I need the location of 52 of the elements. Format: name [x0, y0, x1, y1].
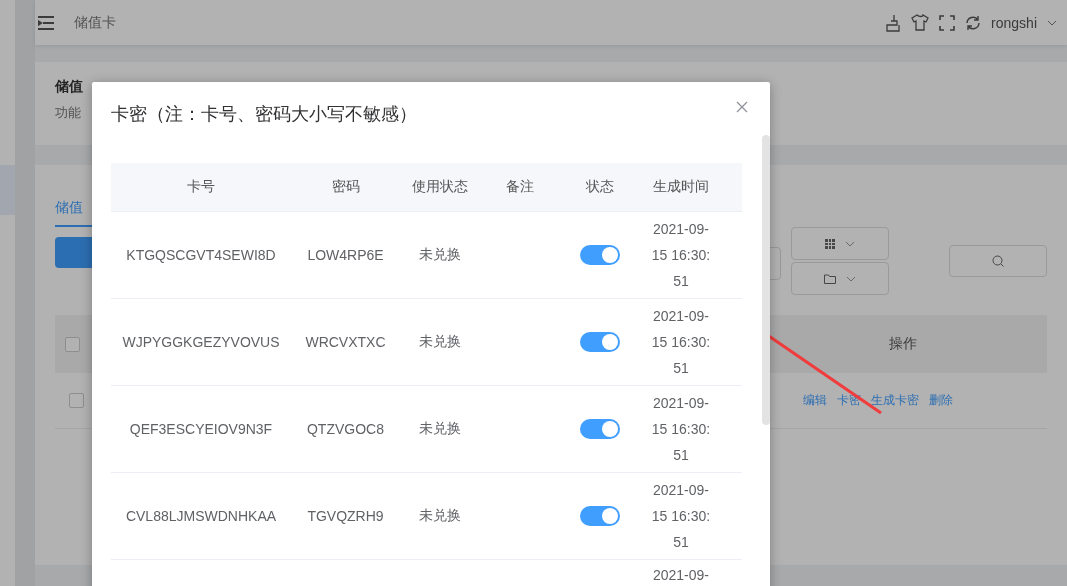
table-cell: 未兑换	[419, 420, 461, 438]
card-description: 功能	[55, 104, 81, 122]
folder-icon	[824, 273, 836, 284]
brush-icon[interactable]	[885, 13, 902, 32]
column-header: 卡号	[186, 177, 216, 196]
table-cell: 未兑换	[419, 246, 461, 264]
menu-icon[interactable]	[38, 15, 54, 30]
column-header: 密码	[330, 177, 361, 196]
user-name[interactable]: rongshi	[991, 14, 1037, 31]
table-cell: CVL88LJMSWDNHKAA	[125, 508, 277, 524]
chevron-down-icon	[845, 240, 855, 247]
table-cell: KTGQSCGVT4SEWI8D	[126, 247, 276, 263]
shirt-icon[interactable]	[911, 14, 930, 31]
table-cell: WRCVXTXC	[305, 334, 386, 350]
table-cell: 未兑换	[419, 507, 461, 525]
checkbox[interactable]	[65, 336, 80, 352]
toggle-switch[interactable]	[580, 245, 620, 265]
chevron-down-icon[interactable]	[1047, 19, 1057, 26]
table-cell: QEF3ESCYEIOV9N3F	[129, 421, 273, 437]
action-link[interactable]: 生成卡密	[871, 392, 919, 409]
toggle-switch[interactable]	[580, 419, 620, 439]
grid-icon	[825, 238, 835, 249]
table-cell-text: 2021-09-15 16:30:51	[650, 307, 712, 378]
toggle-switch[interactable]	[580, 506, 620, 526]
column-header: 备注	[505, 177, 535, 196]
fullscreen-icon[interactable]	[939, 14, 956, 31]
table-cell: TGVQZRH9	[307, 508, 384, 524]
table-cell-text: 2021-09-15 16:30:51	[650, 394, 712, 465]
refresh-icon[interactable]	[965, 14, 982, 31]
table-cell: LOW4RP6E	[307, 247, 384, 263]
columns-button[interactable]	[791, 227, 889, 260]
action-link[interactable]: 删除	[929, 392, 953, 409]
table-cell-text: 2021-09-	[651, 566, 710, 585]
scrollbar[interactable]	[762, 135, 770, 425]
column-header: 操作	[889, 335, 917, 353]
column-header: 生成时间	[652, 177, 710, 196]
breadcrumb[interactable]: 储值卡	[74, 13, 116, 32]
column-header: 使用状态	[411, 177, 469, 196]
table-cell-text: 2021-09-15 16:30:51	[650, 481, 712, 552]
toggle-switch[interactable]	[580, 332, 620, 352]
table-cell: 未兑换	[419, 333, 461, 351]
search-icon	[992, 255, 1004, 267]
close-icon[interactable]	[736, 101, 750, 115]
column-header: 状态	[585, 177, 615, 196]
checkbox[interactable]	[69, 393, 84, 408]
table-cell: WJPYGGKGEZYVOVUS	[122, 334, 280, 350]
dialog-title: 卡密（注：卡号、密码大小写不敏感）	[111, 103, 418, 126]
card-title: 储值	[55, 78, 83, 96]
chevron-down-icon	[846, 275, 856, 282]
action-link[interactable]: 编辑	[803, 392, 827, 409]
table-cell: QTZVGOC8	[307, 421, 384, 437]
table-cell-text: 2021-09-15 16:30:51	[650, 220, 712, 291]
